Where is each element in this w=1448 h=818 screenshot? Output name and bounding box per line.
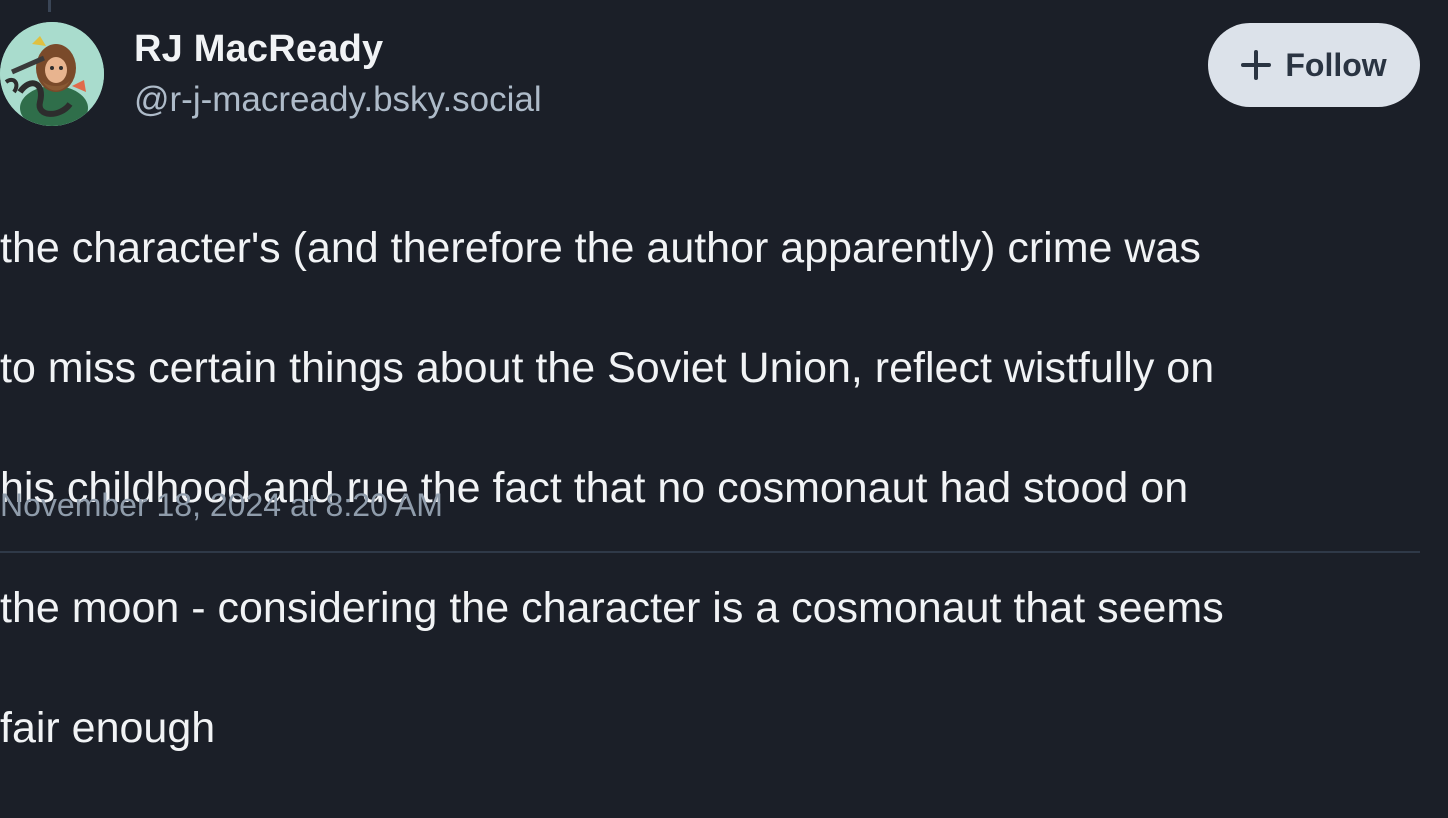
- author-display-name[interactable]: RJ MacReady: [134, 28, 383, 71]
- follow-button-label: Follow: [1285, 46, 1387, 83]
- post-timestamp[interactable]: November 18, 2024 at 8:20 AM: [0, 487, 443, 524]
- post-text-line: fair enough: [0, 704, 216, 752]
- avatar-image: [0, 22, 104, 126]
- plus-icon: [1241, 50, 1272, 80]
- divider: [0, 551, 1420, 553]
- avatar[interactable]: [0, 22, 104, 126]
- post-text-line: to miss certain things about the Soviet …: [0, 344, 1215, 392]
- author-handle[interactable]: @r-j-macready.bsky.social: [134, 80, 542, 120]
- post-text-line: the character's (and therefore the autho…: [0, 224, 1201, 272]
- post-text-line: the moon - considering the character is …: [0, 584, 1224, 632]
- follow-button[interactable]: Follow: [1208, 23, 1420, 107]
- thread-connector-line: [48, 0, 51, 12]
